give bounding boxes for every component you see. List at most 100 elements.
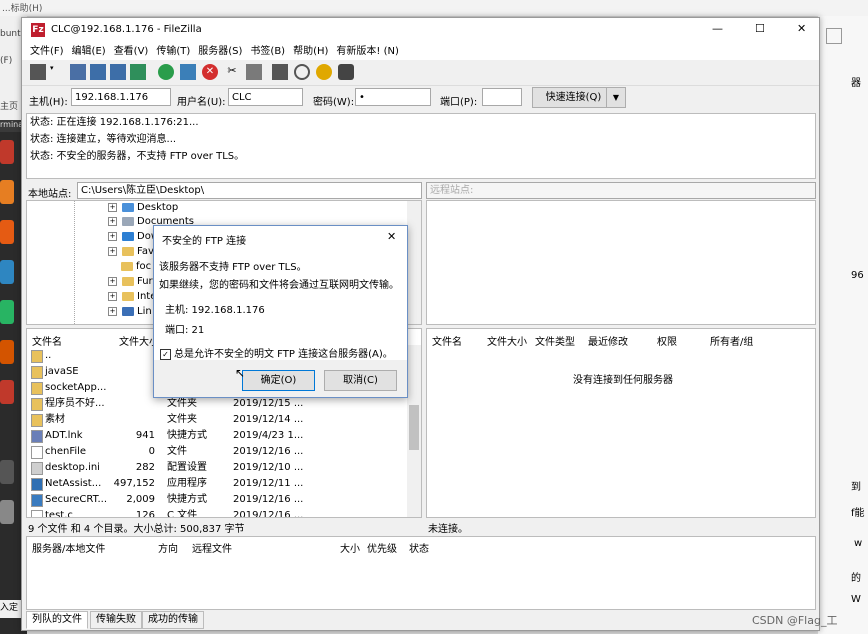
tree-item[interactable]: + Fav [108,245,154,259]
chevron-down-icon[interactable]: ▾ [50,64,56,80]
column-header-type[interactable]: 文件类型 [535,333,575,348]
dialog-close-button[interactable]: ✕ [387,230,396,243]
local-path-input[interactable]: C:\Users\陈立臣\Desktop\ [77,182,422,199]
toggle-queue-icon[interactable] [130,64,146,80]
expand-icon[interactable]: + [108,276,117,286]
site-manager-icon[interactable] [30,64,46,80]
host-input[interactable]: 192.168.1.176 [71,88,171,106]
port-input[interactable] [482,88,522,106]
tab-failed-transfers[interactable]: 传输失败 [90,611,142,629]
launcher-app-icon[interactable] [0,140,14,164]
tree-item-label: Lin [137,306,152,317]
table-row[interactable]: desktop.ini 282 配置设置 2019/12/10 ... [27,460,407,476]
table-row[interactable]: NetAssist... 497,152 应用程序 2019/12/11 ... [27,476,407,492]
reconnect-icon[interactable] [246,64,262,80]
dialog-port: 端口: 21 [165,325,205,336]
menu-view[interactable]: 查看(V) [114,43,149,60]
always-allow-checkbox[interactable]: ✓ 总是允许不安全的明文 FTP 连接这台服务器(A)。 [160,345,393,360]
menu-new-version[interactable]: 有新版本! (N) [336,43,398,60]
toggle-compare-icon[interactable] [294,64,310,80]
tab-queued-files[interactable]: 列队的文件 [26,611,88,629]
tree-item[interactable]: + Inte [108,290,156,304]
launcher-app-icon[interactable] [0,300,14,324]
file-type-cell: 文件夹 [167,398,197,409]
maximize-button[interactable]: ☐ [755,22,765,35]
expand-icon[interactable]: + [108,291,117,301]
menu-transfer[interactable]: 传输(T) [156,43,190,60]
disconnect-icon[interactable]: ✂ [224,64,240,80]
table-row[interactable]: 程序员不好... 文件夹 2019/12/15 ... [27,396,407,412]
menu-help[interactable]: 帮助(H) [293,43,328,60]
tree-item[interactable]: + Lin [108,305,152,319]
checkbox-check-icon[interactable]: ✓ [160,348,171,360]
minimize-button[interactable]: — [712,22,723,35]
cancel-button[interactable]: 取消(C) [324,370,397,391]
search-icon[interactable] [338,64,354,80]
close-button[interactable]: ✕ [797,22,806,35]
scrollbar[interactable] [407,201,421,324]
table-row[interactable]: 素材 文件夹 2019/12/14 ... [27,412,407,428]
expand-icon[interactable]: + [108,246,117,256]
tree-item[interactable]: + Dow [108,230,159,244]
launcher-browser-icon[interactable] [0,220,14,244]
tree-item[interactable]: foc [121,260,151,274]
toolbar: ▾ ✕ ✂ [22,60,819,86]
username-input[interactable]: CLC [228,88,303,106]
refresh-icon[interactable] [158,64,174,80]
launcher-app-icon[interactable] [0,180,14,204]
filter-icon[interactable] [272,64,288,80]
file-type-cell: 快捷方式 [167,430,207,441]
process-queue-icon[interactable] [180,64,196,80]
tab-successful-transfers[interactable]: 成功的传输 [142,611,204,629]
launcher-app-icon[interactable] [0,260,14,284]
column-header-name[interactable]: 文件名 [32,333,62,348]
column-header-remote-file[interactable]: 远程文件 [192,540,232,555]
cancel-icon[interactable]: ✕ [202,64,218,80]
column-header-owner[interactable]: 所有者/组 [710,333,753,348]
column-header-status[interactable]: 状态 [409,540,429,555]
local-path-bar: 本地站点: C:\Users\陈立臣\Desktop\ [26,182,422,200]
column-header-size[interactable]: 大小 [340,540,360,555]
password-input[interactable]: • [355,88,431,106]
tree-item[interactable]: + Fur [108,275,153,289]
file-type-cell: 应用程序 [167,478,207,489]
table-row[interactable]: ADT.lnk 941 快捷方式 2019/4/23 1... [27,428,407,444]
launcher-app-icon[interactable] [0,340,14,364]
quickconnect-dropdown[interactable]: ▼ [606,87,626,108]
expand-icon[interactable]: + [108,202,117,212]
tree-item[interactable]: + Desktop [108,201,178,215]
toggle-log-icon[interactable] [70,64,86,80]
quickconnect-button[interactable]: 快速连接(Q) [532,87,615,108]
toggle-remote-tree-icon[interactable] [110,64,126,80]
scrollbar[interactable] [407,345,421,517]
table-row[interactable]: test.c 126 C 文件 2019/12/16 ... [27,508,407,517]
expand-icon[interactable]: + [108,306,117,316]
menu-file[interactable]: 文件(F) [30,43,64,60]
queue-tabs: 列队的文件 传输失败 成功的传输 [26,611,816,629]
column-header-priority[interactable]: 优先级 [367,540,397,555]
folder-icon [122,276,134,286]
expand-icon[interactable]: + [108,216,117,226]
file-size-cell: 0 [148,446,155,457]
expand-icon[interactable]: + [108,231,117,241]
ok-button[interactable]: 确定(O) [242,370,315,391]
column-header-modified[interactable]: 最近修改 [588,333,628,348]
column-header-direction[interactable]: 方向 [158,540,178,555]
scrollbar-thumb[interactable] [409,405,419,450]
launcher-app-icon[interactable] [0,460,14,484]
remote-path-input[interactable]: 远程站点: [426,182,816,199]
menu-edit[interactable]: 编辑(E) [72,43,106,60]
menu-server[interactable]: 服务器(S) [198,43,242,60]
launcher-app-icon[interactable] [0,380,14,404]
checkbox-label[interactable]: 总是允许不安全的明文 FTP 连接这台服务器(A)。 [174,349,393,360]
launcher-app-icon[interactable] [0,500,14,524]
column-header-permissions[interactable]: 权限 [657,333,677,348]
menu-bookmarks[interactable]: 书签(B) [250,43,285,60]
column-header-name[interactable]: 文件名 [432,333,462,348]
table-row[interactable]: SecureCRT... 2,009 快捷方式 2019/12/16 ... [27,492,407,508]
toggle-local-tree-icon[interactable] [90,64,106,80]
sync-browse-icon[interactable] [316,64,332,80]
column-header-server[interactable]: 服务器/本地文件 [32,540,105,555]
table-row[interactable]: chenFile 0 文件 2019/12/16 ... [27,444,407,460]
column-header-size[interactable]: 文件大小 [487,333,527,348]
